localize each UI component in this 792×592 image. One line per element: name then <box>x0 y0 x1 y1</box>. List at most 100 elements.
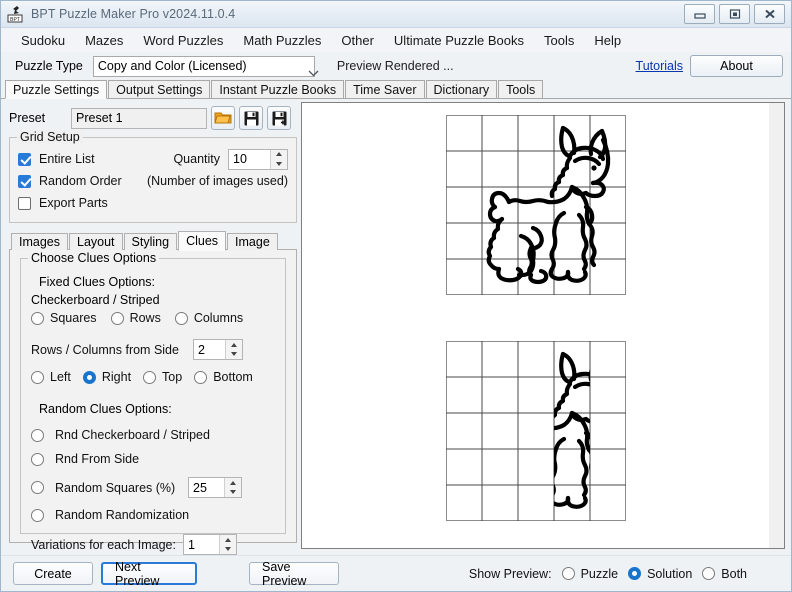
menu-bar: Sudoku Mazes Word Puzzles Math Puzzles O… <box>1 28 791 52</box>
about-button[interactable]: About <box>690 55 783 77</box>
subtab-clues[interactable]: Clues <box>178 231 226 251</box>
window-title: BPT Puzzle Maker Pro v2024.11.0.4 <box>31 7 235 21</box>
subtab-images[interactable]: Images <box>11 233 68 250</box>
application-window: BPT BPT Puzzle Maker Pro v2024.11.0.4 Su… <box>0 0 792 592</box>
variations-spin-down[interactable] <box>220 545 236 555</box>
menu-item-word-puzzles[interactable]: Word Puzzles <box>133 30 233 51</box>
create-button[interactable]: Create <box>13 562 93 585</box>
random-squares-spin-buttons[interactable] <box>224 478 241 497</box>
variations-spin-up[interactable] <box>220 535 236 545</box>
subtab-styling[interactable]: Styling <box>124 233 178 250</box>
quantity-note: (Number of images used) <box>147 174 288 188</box>
save-icon[interactable] <box>239 106 263 130</box>
preview-scrollbar[interactable] <box>769 102 785 549</box>
radio-columns-label: Columns <box>194 311 243 325</box>
preset-row: Preset Preset 1 <box>9 105 297 131</box>
variations-stepper[interactable]: 1 <box>183 534 237 555</box>
svg-text:BPT: BPT <box>10 17 20 23</box>
checkbox-export-parts[interactable]: Export Parts <box>18 192 288 214</box>
menu-item-tools[interactable]: Tools <box>534 30 584 51</box>
radio-right-label: Right <box>102 370 131 384</box>
menu-item-math-puzzles[interactable]: Math Puzzles <box>233 30 331 51</box>
menu-item-other[interactable]: Other <box>331 30 384 51</box>
radio-show-puzzle[interactable]: Puzzle <box>562 567 619 581</box>
radio-rnd-from-side[interactable]: Rnd From Side <box>31 452 275 466</box>
radio-right[interactable]: Right <box>83 370 131 384</box>
close-icon[interactable] <box>754 4 785 24</box>
radio-rows-dot <box>111 312 124 325</box>
radio-show-solution-label: Solution <box>647 567 692 581</box>
menu-item-sudoku[interactable]: Sudoku <box>11 30 75 51</box>
random-clues-header: Random Clues Options: <box>39 402 275 416</box>
from-side-spin-up[interactable] <box>226 340 242 350</box>
preset-label: Preset <box>9 111 71 125</box>
radio-rnd-checkerboard[interactable]: Rnd Checkerboard / Striped <box>31 428 275 442</box>
radio-top-label: Top <box>162 370 182 384</box>
random-squares-spin-up[interactable] <box>225 478 241 488</box>
radio-bottom[interactable]: Bottom <box>194 370 253 384</box>
puzzle-type-label: Puzzle Type <box>15 59 83 73</box>
tab-time-saver[interactable]: Time Saver <box>345 80 424 98</box>
checkbox-random-order[interactable]: Random Order <box>18 170 147 192</box>
radio-random-squares[interactable]: Random Squares (%) <box>31 481 188 495</box>
from-side-stepper[interactable]: 2 <box>193 339 243 360</box>
preset-input[interactable]: Preset 1 <box>71 108 207 129</box>
checkerboard-header: Checkerboard / Striped <box>31 293 275 307</box>
maximize-icon[interactable] <box>719 4 750 24</box>
tab-instant-puzzle-books[interactable]: Instant Puzzle Books <box>211 80 344 98</box>
checkbox-entire-list-label: Entire List <box>39 152 95 166</box>
radio-squares-dot <box>31 312 44 325</box>
radio-show-both[interactable]: Both <box>702 567 747 581</box>
menu-item-ultimate-puzzle-books[interactable]: Ultimate Puzzle Books <box>384 30 534 51</box>
quantity-spin-down[interactable] <box>271 159 287 169</box>
quantity-stepper[interactable]: 10 <box>228 149 288 170</box>
radio-squares-label: Squares <box>50 311 97 325</box>
radio-rows[interactable]: Rows <box>111 311 161 325</box>
puzzle-type-select[interactable]: Copy and Color (Licensed) <box>93 56 315 77</box>
radio-rnd-from-side-label: Rnd From Side <box>55 452 139 466</box>
checkerboard-radio-group: Squares Rows Columns <box>31 311 275 325</box>
quantity-value: 10 <box>229 150 270 169</box>
tab-tools[interactable]: Tools <box>498 80 543 98</box>
llama-solution-full <box>446 115 626 295</box>
folder-open-icon[interactable] <box>211 106 235 130</box>
radio-show-solution[interactable]: Solution <box>628 567 692 581</box>
quantity-spin-up[interactable] <box>271 150 287 160</box>
quantity-label: Quantity <box>173 152 220 166</box>
radio-top[interactable]: Top <box>143 370 182 384</box>
radio-show-puzzle-label: Puzzle <box>581 567 619 581</box>
tab-puzzle-settings[interactable]: Puzzle Settings <box>5 80 107 99</box>
random-squares-spin-down[interactable] <box>225 488 241 498</box>
next-preview-button[interactable]: Next Preview <box>101 562 197 585</box>
window-controls <box>684 4 785 24</box>
from-side-spin-down[interactable] <box>226 350 242 360</box>
radio-random-randomization[interactable]: Random Randomization <box>31 508 275 522</box>
status-text: Preview Rendered ... <box>337 59 454 73</box>
minimize-icon[interactable] <box>684 4 715 24</box>
menu-item-help[interactable]: Help <box>584 30 631 51</box>
from-side-spin-buttons[interactable] <box>225 340 242 359</box>
random-squares-value: 25 <box>189 478 224 497</box>
radio-bottom-dot <box>194 371 207 384</box>
radio-squares[interactable]: Squares <box>31 311 97 325</box>
save-preview-button[interactable]: Save Preview <box>249 562 339 585</box>
random-squares-stepper[interactable]: 25 <box>188 477 242 498</box>
radio-random-randomization-dot <box>31 509 44 522</box>
radio-show-solution-dot <box>628 567 641 580</box>
preview-canvas[interactable] <box>301 102 769 549</box>
variations-spin-buttons[interactable] <box>219 535 236 554</box>
menu-item-mazes[interactable]: Mazes <box>75 30 133 51</box>
quantity-spin-buttons[interactable] <box>270 150 287 169</box>
variations-label: Variations for each Image: <box>31 538 183 552</box>
radio-columns[interactable]: Columns <box>175 311 243 325</box>
radio-left[interactable]: Left <box>31 370 71 384</box>
tab-output-settings[interactable]: Output Settings <box>108 80 210 98</box>
subtab-layout[interactable]: Layout <box>69 233 123 250</box>
subtab-image[interactable]: Image <box>227 233 278 250</box>
save-as-icon[interactable] <box>267 106 291 130</box>
checkbox-entire-list-box <box>18 153 31 166</box>
tutorials-link[interactable]: Tutorials <box>636 59 683 73</box>
checkbox-entire-list[interactable]: Entire List <box>18 148 173 170</box>
tab-dictionary[interactable]: Dictionary <box>426 80 498 98</box>
radio-bottom-label: Bottom <box>213 370 253 384</box>
